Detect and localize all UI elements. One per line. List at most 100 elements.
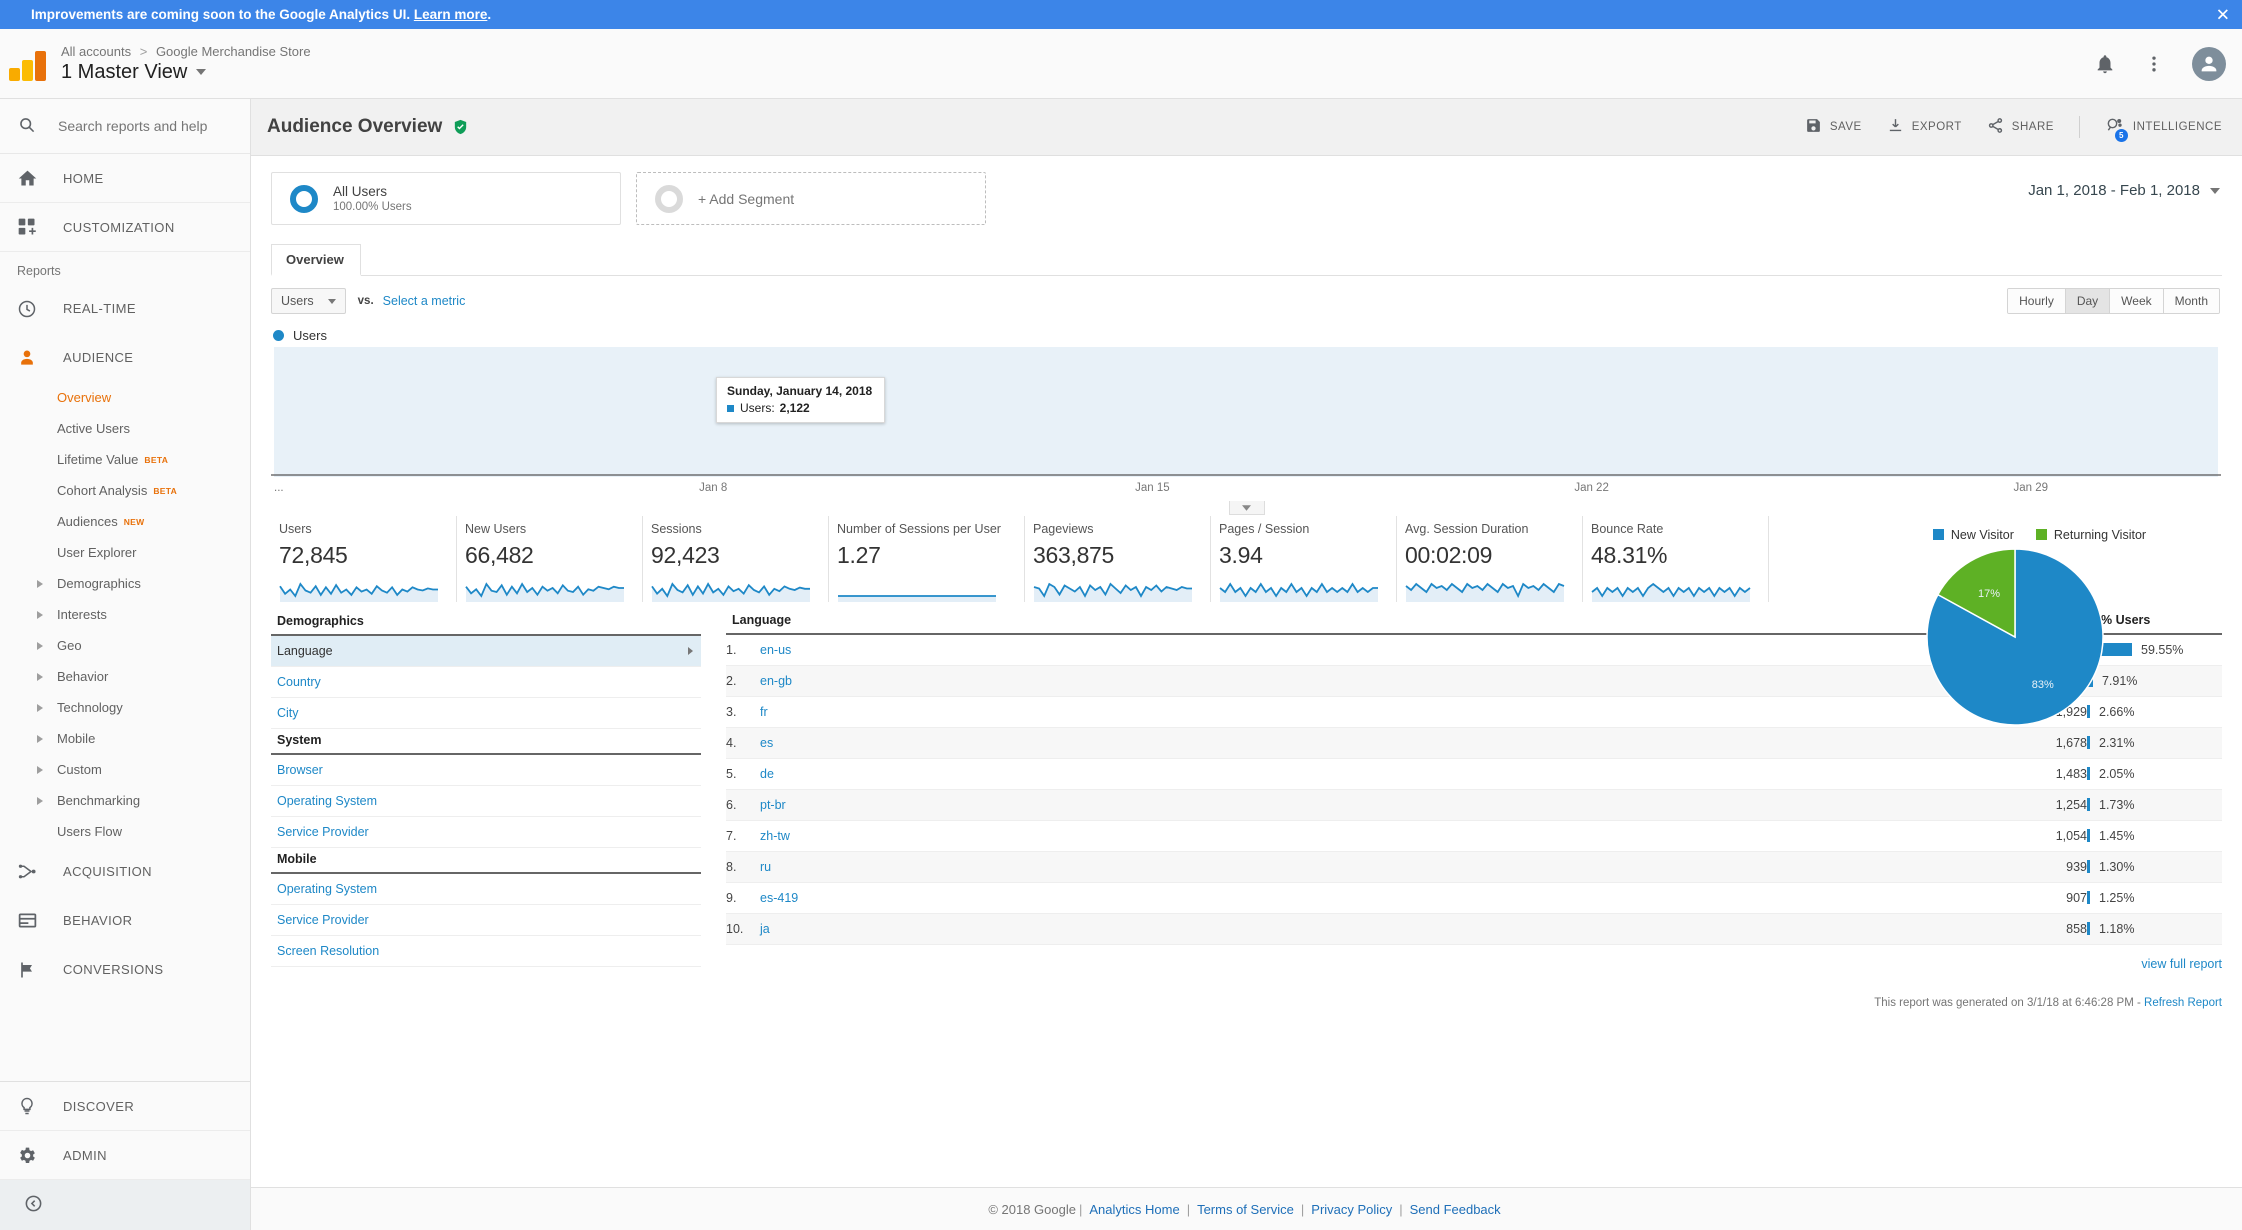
- intelligence-button[interactable]: 5 INTELLIGENCE: [2105, 116, 2222, 142]
- sidebar-item-conversions[interactable]: CONVERSIONS: [0, 945, 250, 994]
- home-icon: [17, 168, 43, 189]
- chart-expand-handle[interactable]: [1228, 501, 1265, 515]
- refresh-report-link[interactable]: Refresh Report: [2144, 997, 2222, 1009]
- account-selector[interactable]: All accounts > Google Merchandise Store …: [61, 44, 311, 84]
- more-vertical-icon[interactable]: [2144, 54, 2164, 74]
- sidebar-item-user-explorer[interactable]: User Explorer: [0, 537, 250, 568]
- sidebar-item-cohort-analysis[interactable]: Cohort Analysis BETA: [0, 475, 250, 506]
- avatar[interactable]: [2192, 46, 2226, 81]
- metric-card[interactable]: Bounce Rate 48.31%: [1583, 516, 1769, 602]
- language-link[interactable]: es: [760, 736, 773, 750]
- row-index: 3.: [726, 696, 760, 728]
- sidebar-item-audiences[interactable]: Audiences NEW: [0, 506, 250, 537]
- select-a-metric-link[interactable]: Select a metric: [383, 294, 466, 308]
- language-link[interactable]: pt-br: [760, 798, 786, 812]
- chevron-down-icon: [327, 298, 336, 304]
- metric-select[interactable]: Users: [271, 288, 346, 314]
- sidebar-item-customization[interactable]: CUSTOMIZATION: [0, 203, 250, 252]
- footer-link-analytics-home[interactable]: Analytics Home: [1089, 1202, 1179, 1217]
- sidebar-item-behavior[interactable]: BEHAVIOR: [0, 896, 250, 945]
- export-button[interactable]: EXPORT: [1887, 117, 1962, 137]
- footer-link-privacy-policy[interactable]: Privacy Policy: [1311, 1202, 1392, 1217]
- language-link[interactable]: ru: [760, 860, 771, 874]
- pct-label: 2.05%: [2099, 766, 2135, 781]
- column-language[interactable]: Language: [726, 610, 1997, 635]
- metric-card[interactable]: Avg. Session Duration 00:02:09: [1397, 516, 1583, 602]
- save-button[interactable]: SAVE: [1805, 117, 1862, 137]
- view-name[interactable]: 1 Master View: [61, 61, 311, 84]
- footer-link-send-feedback[interactable]: Send Feedback: [1410, 1202, 1501, 1217]
- add-segment-button[interactable]: + Add Segment: [636, 172, 986, 225]
- sidebar-item-admin[interactable]: ADMIN: [0, 1131, 250, 1180]
- sidebar-item-behavior[interactable]: Behavior: [0, 661, 250, 692]
- metric-card[interactable]: Number of Sessions per User 1.27: [829, 516, 1025, 602]
- sidebar-item-demographics[interactable]: Demographics: [0, 568, 250, 599]
- share-button[interactable]: SHARE: [1987, 117, 2054, 137]
- search-input[interactable]: [56, 117, 216, 135]
- dimension-item-service-provider[interactable]: Service Provider: [271, 905, 701, 936]
- metric-card[interactable]: New Users 66,482: [457, 516, 643, 602]
- tab-overview[interactable]: Overview: [271, 244, 361, 276]
- dimension-item-browser[interactable]: Browser: [271, 755, 701, 786]
- view-full-report-link[interactable]: view full report: [726, 945, 2222, 971]
- dimension-item-operating-system[interactable]: Operating System: [271, 786, 701, 817]
- sidebar-item-custom[interactable]: Custom: [0, 754, 250, 785]
- sidebar-item-geo[interactable]: Geo: [0, 630, 250, 661]
- language-link[interactable]: en-us: [760, 643, 791, 657]
- date-range-picker[interactable]: Jan 1, 2018 - Feb 1, 2018: [2028, 182, 2220, 199]
- bell-icon[interactable]: [2094, 53, 2116, 75]
- sidebar-subitem-label: Demographics: [57, 576, 141, 591]
- sidebar-item-mobile[interactable]: Mobile: [0, 723, 250, 754]
- new-visitor-swatch-icon: [1932, 529, 1944, 540]
- metric-card[interactable]: Sessions 92,423: [643, 516, 829, 602]
- pie-legend-returning-visitor[interactable]: Returning Visitor: [2035, 528, 2146, 542]
- segment-all-users[interactable]: All Users 100.00% Users: [271, 172, 621, 225]
- language-link[interactable]: es-419: [760, 891, 798, 905]
- dimension-item-service-provider[interactable]: Service Provider: [271, 817, 701, 848]
- pie-chart-svg[interactable]: 83% 17%: [1847, 542, 2232, 732]
- dimension-item-country[interactable]: Country: [271, 667, 701, 698]
- dimension-group-title: System: [271, 729, 701, 755]
- granularity-month[interactable]: Month: [2163, 289, 2219, 313]
- sidebar-item-acquisition[interactable]: ACQUISITION: [0, 847, 250, 896]
- search-reports-row[interactable]: [0, 99, 250, 154]
- metric-card[interactable]: Pages / Session 3.94: [1211, 516, 1397, 602]
- learn-more-link[interactable]: Learn more: [414, 7, 488, 22]
- sidebar-collapse-button[interactable]: [0, 1180, 250, 1230]
- dimension-item-language[interactable]: Language: [271, 636, 701, 667]
- breadcrumb-all-accounts[interactable]: All accounts: [61, 44, 131, 59]
- dimension-group-title: Demographics: [271, 610, 701, 636]
- language-link[interactable]: fr: [760, 705, 768, 719]
- dimension-item-label: Country: [277, 675, 321, 689]
- granularity-hourly[interactable]: Hourly: [2008, 289, 2066, 313]
- pie-legend-new-visitor[interactable]: New Visitor: [1932, 528, 2014, 542]
- language-link[interactable]: de: [760, 767, 774, 781]
- breadcrumb-account-name[interactable]: Google Merchandise Store: [156, 44, 311, 59]
- language-link[interactable]: en-gb: [760, 674, 792, 688]
- metric-card[interactable]: Users 72,845: [271, 516, 457, 602]
- sidebar-item-discover[interactable]: DISCOVER: [0, 1082, 250, 1131]
- sidebar-item-active-users[interactable]: Active Users: [0, 413, 250, 444]
- sidebar-item-overview[interactable]: Overview: [0, 382, 250, 413]
- sidebar-item-lifetime-value[interactable]: Lifetime Value BETA: [0, 444, 250, 475]
- granularity-day[interactable]: Day: [2065, 289, 2111, 313]
- users-line-chart[interactable]: 2,0004,000 Sunday, January 14, 2018 User…: [270, 200, 2222, 515]
- sidebar-item-interests[interactable]: Interests: [0, 599, 250, 630]
- sidebar-item-benchmarking[interactable]: Benchmarking: [0, 785, 250, 816]
- dimension-item-city[interactable]: City: [271, 698, 701, 729]
- pct-bar: [2087, 829, 2090, 842]
- language-link[interactable]: zh-tw: [760, 829, 790, 843]
- footer-link-terms-of-service[interactable]: Terms of Service: [1197, 1202, 1294, 1217]
- language-link[interactable]: ja: [760, 922, 770, 936]
- dimension-item-screen-resolution[interactable]: Screen Resolution: [271, 936, 701, 967]
- close-icon[interactable]: ✕: [2216, 6, 2230, 23]
- granularity-week[interactable]: Week: [2110, 289, 2164, 313]
- sidebar-item-realtime[interactable]: REAL-TIME: [0, 284, 250, 333]
- metric-card[interactable]: Pageviews 363,875: [1025, 516, 1211, 602]
- dimension-item-operating-system[interactable]: Operating System: [271, 874, 701, 905]
- metric-sparkline: [1591, 576, 1754, 602]
- sidebar-item-audience[interactable]: AUDIENCE: [0, 333, 250, 382]
- sidebar-item-home[interactable]: HOME: [0, 154, 250, 203]
- sidebar-item-technology[interactable]: Technology: [0, 692, 250, 723]
- sidebar-item-users-flow[interactable]: Users Flow: [0, 816, 250, 847]
